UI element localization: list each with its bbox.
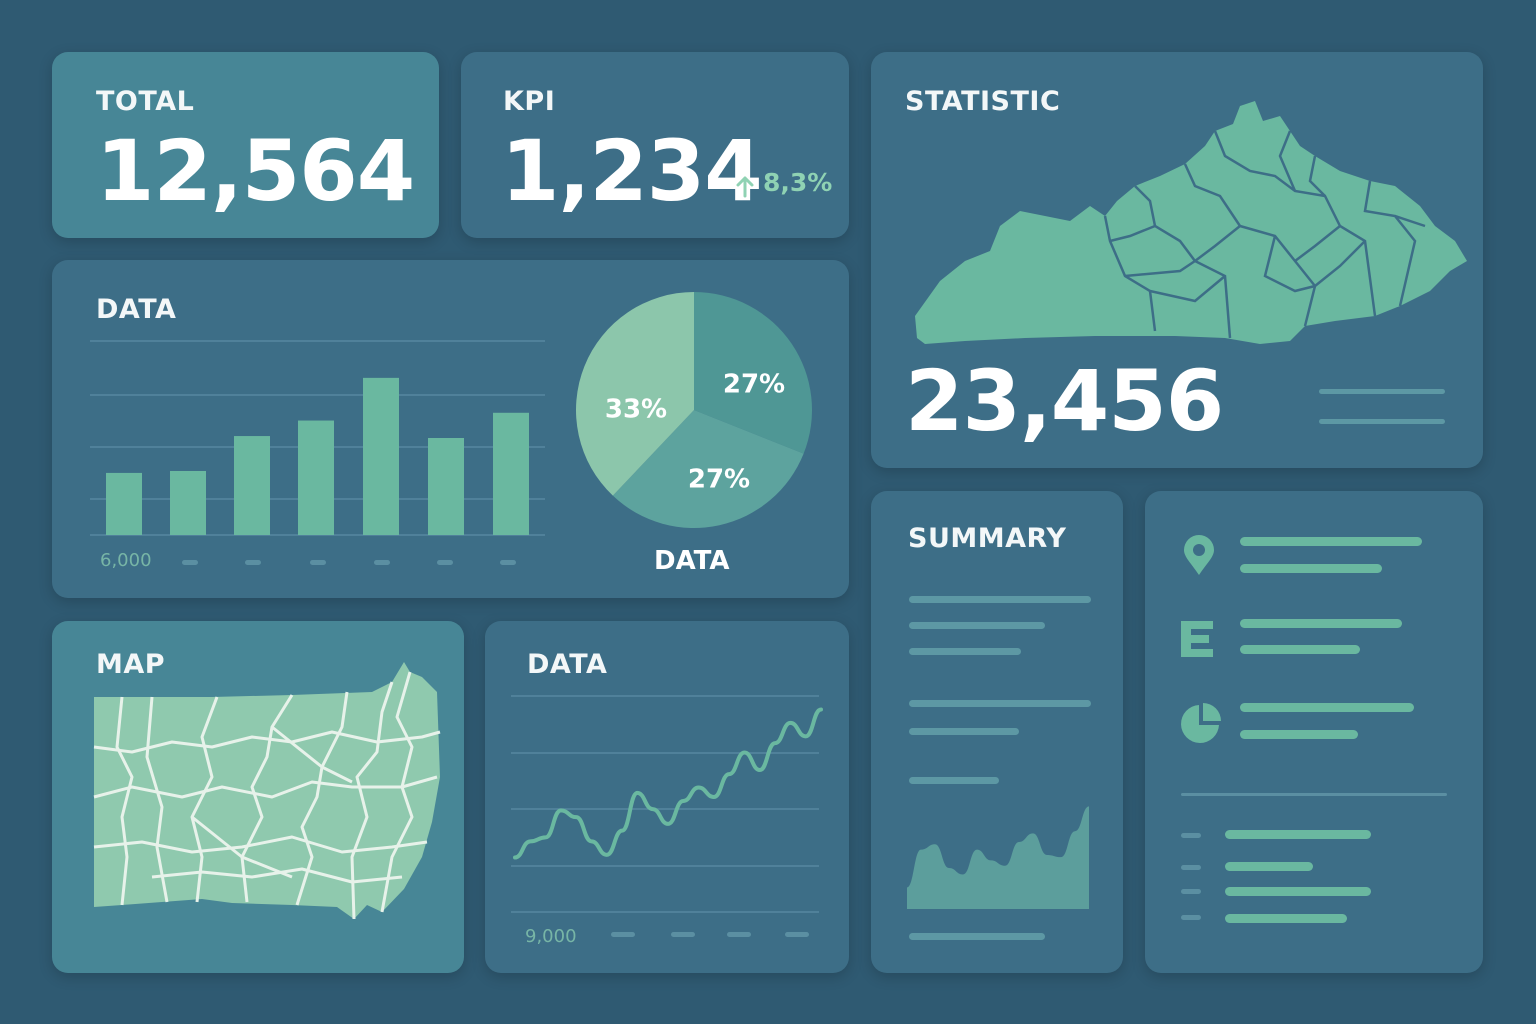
bar [363, 377, 399, 535]
bar-x-tick [182, 560, 198, 565]
line-x-tick-2 [611, 932, 635, 937]
bar [298, 420, 334, 535]
info-card[interactable] [1145, 491, 1483, 973]
kpi-value: 1,234 [501, 122, 763, 220]
statistic-line-1 [1319, 389, 1445, 394]
bar-x-tick [437, 560, 453, 565]
pie-slice-label: 27% [723, 370, 785, 400]
pie-slice-label: 27% [688, 465, 750, 495]
bar-data-card[interactable]: DATA 6,000 27% 27% 33% DATA [52, 260, 849, 598]
bar [493, 412, 529, 535]
bar-x-tick-first: 6,000 [100, 550, 152, 571]
statistic-value: 23,456 [905, 352, 1224, 450]
bar [106, 472, 142, 535]
info-line-3 [1240, 619, 1402, 628]
total-card[interactable]: TOTAL 12,564 [52, 52, 439, 238]
bar-x-tick [310, 560, 326, 565]
bar-x-tick [245, 560, 261, 565]
summary-line-5 [909, 728, 1019, 735]
summary-line-1 [909, 596, 1091, 603]
summary-line-3 [909, 648, 1021, 655]
bar [428, 438, 464, 535]
pie-chart: 27% 27% 33% [576, 292, 812, 528]
pie-chart-icon [1179, 701, 1223, 749]
summary-card[interactable]: SUMMARY [871, 491, 1123, 973]
area-series [907, 806, 1089, 909]
total-title: TOTAL [96, 86, 195, 117]
bar-chart [90, 340, 545, 536]
pie-caption: DATA [654, 546, 730, 576]
info-divider [1181, 793, 1447, 796]
info-list-bullet-4 [1181, 915, 1201, 920]
bar [234, 436, 270, 535]
info-list-bullet-3 [1181, 889, 1201, 894]
info-list-bullet-2 [1181, 865, 1201, 870]
line-x-tick-4 [727, 932, 751, 937]
kpi-delta: 8,3% [763, 168, 833, 197]
bar-x-tick [374, 560, 390, 565]
map-card[interactable]: MAP [52, 621, 464, 973]
line-x-tick-first: 9,000 [525, 926, 577, 947]
location-pin-icon [1181, 535, 1217, 581]
line-data-title: DATA [527, 649, 608, 680]
road-map-graphic [93, 662, 441, 920]
line-series [513, 707, 823, 860]
letter-e-icon [1179, 619, 1217, 663]
info-line-6 [1240, 730, 1358, 739]
region-map-graphic [915, 101, 1467, 344]
statistic-card[interactable]: STATISTIC 23,456 [871, 52, 1483, 468]
arrow-up-icon [735, 174, 755, 198]
bar [170, 470, 206, 535]
line-x-tick-3 [671, 932, 695, 937]
summary-area-chart [907, 806, 1089, 909]
summary-line-4 [909, 700, 1091, 707]
summary-line-7 [909, 933, 1045, 940]
summary-title: SUMMARY [908, 523, 1067, 554]
summary-line-6 [909, 777, 999, 784]
bar-data-title: DATA [96, 294, 177, 325]
info-line-2 [1240, 564, 1382, 573]
info-list-item-4 [1225, 914, 1347, 923]
bar-x-tick [500, 560, 516, 565]
kpi-card[interactable]: KPI 1,234 8,3% [461, 52, 849, 238]
info-line-4 [1240, 645, 1360, 654]
statistic-line-2 [1319, 419, 1445, 424]
pie-slice-label: 33% [605, 395, 667, 425]
info-list-item-1 [1225, 830, 1371, 839]
info-list-item-3 [1225, 887, 1371, 896]
info-list-bullet-1 [1181, 833, 1201, 838]
line-x-tick-5 [785, 932, 809, 937]
total-value: 12,564 [96, 122, 415, 220]
info-list-item-2 [1225, 862, 1313, 871]
line-chart [511, 695, 823, 913]
line-data-card[interactable]: DATA 9,000 [485, 621, 849, 973]
info-line-5 [1240, 703, 1414, 712]
summary-line-2 [909, 622, 1045, 629]
info-line-1 [1240, 537, 1422, 546]
kpi-title: KPI [503, 86, 556, 117]
